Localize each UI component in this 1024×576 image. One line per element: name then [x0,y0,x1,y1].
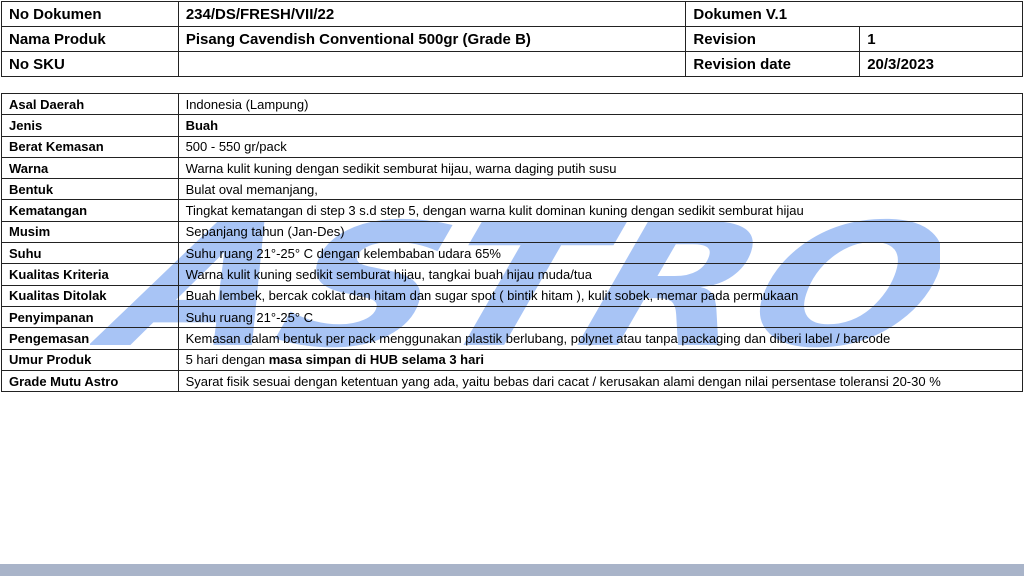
bottom-bar [0,564,1024,576]
spec-row-color: Warna Warna kulit kuning dengan sedikit … [1,156,1024,180]
revision-label: Revision [685,26,861,52]
spec-value: Buah lembek, bercak coklat dan hitam dan… [177,284,1024,307]
spec-row-ripeness: Kematangan Tingkat kematangan di step 3 … [1,199,1024,222]
spec-row-packaging: Pengemasan Kemasan dalam bentuk per pack… [1,327,1024,350]
spec-label: Musim [1,220,179,244]
spec-row-quality-criteria: Kualitas Kriteria Warna kulit kuning sed… [1,263,1024,286]
sku-value [177,51,687,77]
spec-row-grade: Grade Mutu Astro Syarat fisik sesuai den… [1,369,1024,393]
spec-label: Kualitas Kriteria [1,263,179,286]
spec-row-season: Musim Sepanjang tahun (Jan-Des) [1,220,1024,244]
spec-label: Grade Mutu Astro [1,369,179,393]
document-header-table: No Dokumen 234/DS/FRESH/VII/22 Dokumen V… [1,1,1023,77]
spec-value: Buah [177,114,1024,137]
spec-value: Syarat fisik sesuai dengan ketentuan yan… [177,369,1024,393]
sku-label: No SKU [1,51,179,77]
spec-label: Berat Kemasan [1,135,179,158]
spec-value: Sepanjang tahun (Jan-Des) [177,220,1024,244]
spec-row-temperature: Suhu Suhu ruang 21°-25° C dengan kelemba… [1,242,1024,265]
spec-label: Pengemasan [1,327,179,350]
header-row-sku: No SKU Revision date 20/3/2023 [1,51,1023,77]
spec-label: Bentuk [1,178,179,201]
spec-value: Indonesia (Lampung) [177,92,1024,116]
header-row-doc-no: No Dokumen 234/DS/FRESH/VII/22 Dokumen V… [1,1,1023,27]
spec-row-type: Jenis Buah [1,114,1024,137]
spec-row-weight: Berat Kemasan 500 - 550 gr/pack [1,135,1024,158]
spec-label: Kematangan [1,199,179,222]
spec-row-shelf-life: Umur Produk 5 hari dengan masa simpan di… [1,348,1024,371]
spec-label: Penyimpanan [1,305,179,329]
shelf-life-plain: 5 hari dengan [185,352,269,368]
spec-label: Suhu [1,242,179,265]
spec-row-shape: Bentuk Bulat oval memanjang, [1,178,1024,201]
spec-label: Asal Daerah [1,92,179,116]
spec-value: Kemasan dalam bentuk per pack menggunaka… [177,327,1024,350]
header-row-product: Nama Produk Pisang Cavendish Conventiona… [1,26,1023,52]
product-spec-table: Asal Daerah Indonesia (Lampung) Jenis Bu… [1,92,1024,393]
revision-value: 1 [859,26,1023,52]
product-value: Pisang Cavendish Conventional 500gr (Gra… [177,26,687,52]
spec-value: Suhu ruang 21°-25° C [177,305,1024,329]
revision-date-label: Revision date [685,51,861,77]
doc-version: Dokumen V.1 [685,1,1023,27]
spec-value: 5 hari dengan masa simpan di HUB selama … [177,348,1024,371]
doc-no-label: No Dokumen [1,1,179,27]
spec-label: Umur Produk [1,348,179,371]
spec-value: Warna kulit kuning sedikit semburat hija… [177,263,1024,286]
spec-value: 500 - 550 gr/pack [177,135,1024,158]
spec-label: Jenis [1,114,179,137]
spec-value: Bulat oval memanjang, [177,178,1024,201]
revision-date-value: 20/3/2023 [859,51,1023,77]
product-label: Nama Produk [1,26,179,52]
spec-value: Suhu ruang 21°-25° C dengan kelembaban u… [177,242,1024,265]
spec-label: Kualitas Ditolak [1,284,179,307]
shelf-life-bold: masa simpan di HUB selama 3 hari [268,352,485,368]
spec-row-storage: Penyimpanan Suhu ruang 21°-25° C [1,305,1024,329]
spec-row-origin: Asal Daerah Indonesia (Lampung) [1,92,1024,116]
spec-value: Tingkat kematangan di step 3 s.d step 5,… [177,199,1024,222]
spec-value: Warna kulit kuning dengan sedikit sembur… [177,156,1024,180]
doc-no-value: 234/DS/FRESH/VII/22 [177,1,687,27]
spec-row-quality-rejected: Kualitas Ditolak Buah lembek, bercak cok… [1,284,1024,307]
spec-label: Warna [1,156,179,180]
